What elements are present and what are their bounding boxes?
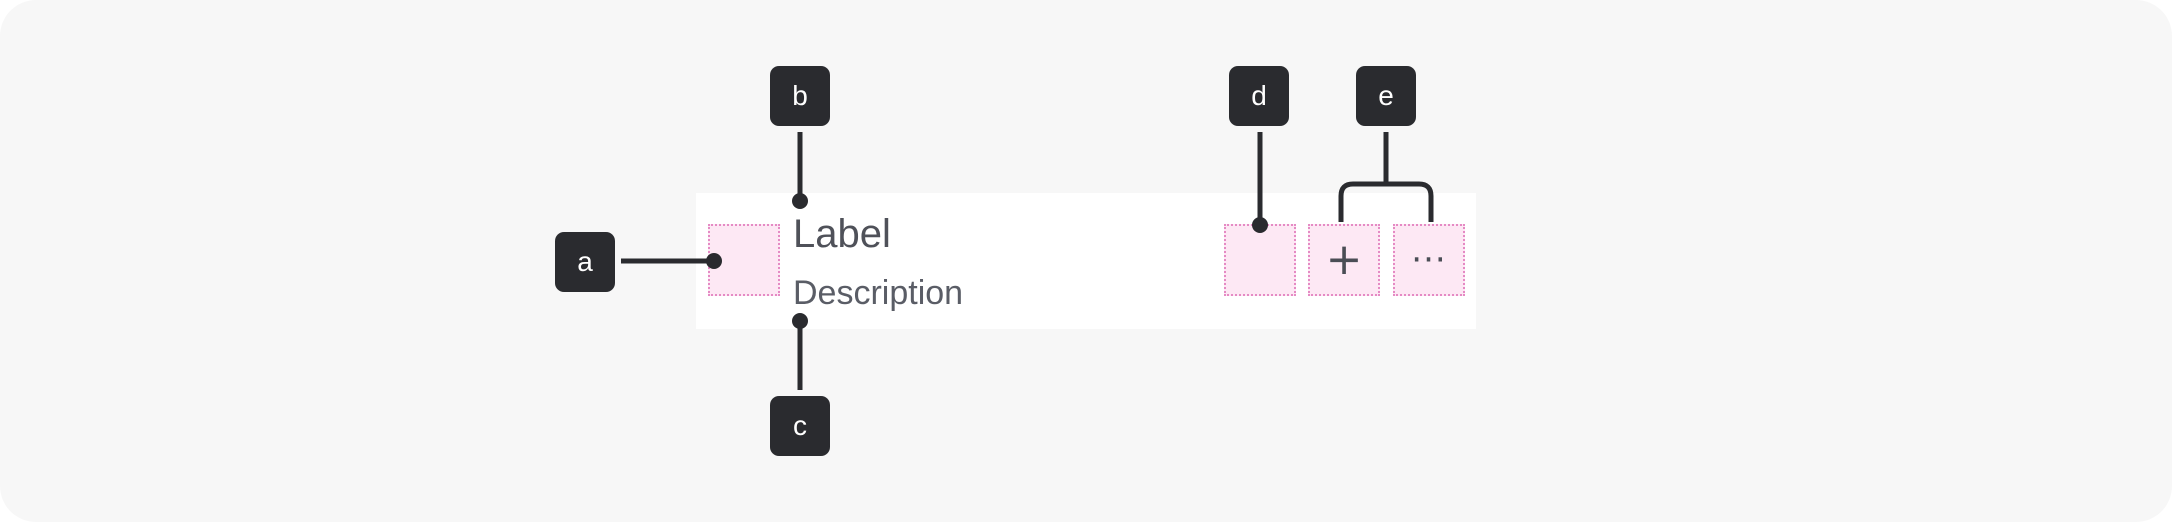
leader-d-dot [1252,217,1268,233]
callout-c: c [770,396,830,456]
callout-e: e [1356,66,1416,126]
leader-a-dot [706,253,722,269]
diagram-canvas: Label Description + ··· a b c d e [0,0,2172,522]
leader-b-dot [792,193,808,209]
leader-e [1338,132,1434,222]
callout-leaders [621,132,1434,390]
leader-c-dot [792,313,808,329]
callout-d: d [1229,66,1289,126]
callout-b: b [770,66,830,126]
callout-a: a [555,232,615,292]
